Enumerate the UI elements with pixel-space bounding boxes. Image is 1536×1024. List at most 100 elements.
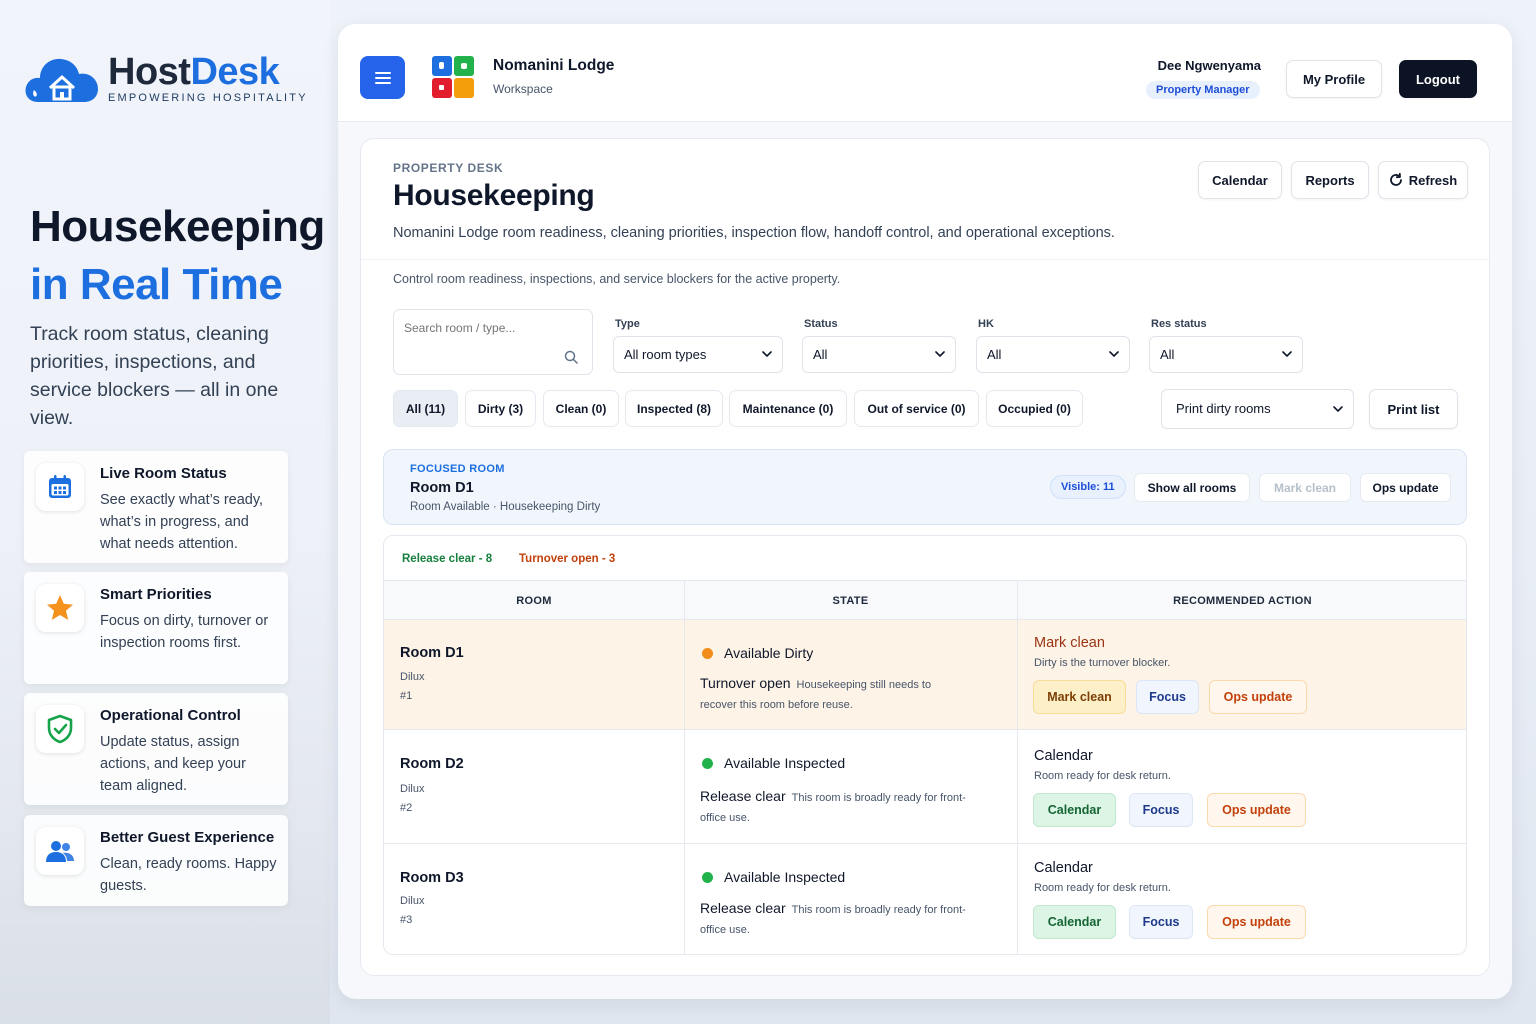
type-select[interactable]: All room types — [613, 336, 783, 373]
show-all-rooms-button[interactable]: Show all rooms — [1134, 473, 1250, 502]
ops-update-row-button[interactable]: Ops update — [1207, 905, 1306, 939]
feature-desc: See exactly what’s ready, what’s in prog… — [100, 492, 264, 552]
marketing-panel: HostDesk EMPOWERING HOSPITALITY Housekee… — [0, 0, 330, 1024]
focused-room-subtitle: Room Available · Housekeeping Dirty — [410, 501, 601, 513]
calendar-button[interactable]: Calendar — [1198, 161, 1282, 199]
status-filter-label: Status — [804, 318, 838, 330]
hk-select[interactable]: All — [976, 336, 1130, 373]
search-box[interactable] — [393, 309, 593, 375]
user-role-badge: Property Manager — [1146, 81, 1260, 99]
table-header: ROOM STATE RECOMMENDED ACTION — [384, 580, 1466, 620]
brand-logo: HostDesk EMPOWERING HOSPITALITY — [24, 50, 308, 106]
search-input[interactable] — [404, 319, 574, 337]
calendar-row-button[interactable]: Calendar — [1033, 905, 1116, 939]
ops-update-row-button[interactable]: Ops update — [1209, 680, 1307, 714]
table-row[interactable]: Room D2 Dilux #2 Available Inspected Rel… — [384, 730, 1466, 844]
column-separator — [1017, 580, 1018, 954]
room-number: #1 — [400, 690, 413, 702]
print-select[interactable]: Print dirty rooms — [1161, 389, 1354, 429]
user-name: Dee Ngwenyama — [1157, 58, 1261, 73]
state-dot — [702, 872, 713, 883]
res-status-select[interactable]: All — [1149, 336, 1303, 373]
feature-desc: Focus on dirty, turnover or inspection r… — [100, 613, 269, 651]
room-name: Room D2 — [400, 756, 464, 772]
room-name: Room D3 — [400, 870, 464, 886]
hk-select-value: All — [987, 347, 1002, 362]
chevron-down-icon — [1282, 351, 1292, 358]
action-subtitle: Dirty is the turnover blocker. — [1034, 657, 1171, 669]
state-note: Turnover open Housekeeping still needs to… — [700, 675, 932, 711]
workspace-logo — [432, 56, 474, 98]
focus-row-button[interactable]: Focus — [1129, 905, 1193, 939]
feature-title: Smart Priorities — [100, 586, 212, 603]
divider — [361, 259, 1489, 260]
search-icon — [564, 350, 578, 364]
room-state: Available Inspected — [724, 869, 846, 885]
page-kicker: PROPERTY DESK — [393, 161, 504, 175]
hero-title: Housekeeping in Real Time — [30, 202, 325, 309]
action-title: Calendar — [1034, 860, 1093, 876]
refresh-button[interactable]: Refresh — [1378, 161, 1468, 199]
calendar-icon — [36, 463, 84, 511]
room-name: Room D1 — [400, 645, 464, 661]
room-number: #3 — [400, 914, 413, 926]
res-status-select-value: All — [1160, 347, 1175, 362]
print-select-value: Print dirty rooms — [1176, 401, 1271, 416]
focused-room-panel: FOCUSED ROOM Room D1 Room Available · Ho… — [383, 449, 1467, 525]
header-room: ROOM — [516, 595, 552, 607]
users-icon — [36, 827, 84, 875]
feature-title: Better Guest Experience — [100, 829, 275, 846]
chip-maintenance[interactable]: Maintenance (0) — [729, 390, 847, 427]
hamburger-icon — [374, 71, 391, 84]
logout-button[interactable]: Logout — [1399, 60, 1477, 98]
action-title: Calendar — [1034, 748, 1093, 764]
menu-button[interactable] — [360, 56, 405, 99]
type-filter-label: Type — [615, 318, 640, 330]
chip-clean[interactable]: Clean (0) — [543, 390, 619, 427]
state-dot — [702, 758, 713, 769]
rooms-table: Release clear - 8 Turnover open - 3 ROOM… — [383, 535, 1467, 955]
feature-card-guest-experience: Better Guest Experience Clean, ready roo… — [24, 815, 288, 906]
refresh-icon — [1389, 173, 1402, 186]
ops-update-button[interactable]: Ops update — [1360, 473, 1451, 502]
feature-desc: Clean, ready rooms. Happy guests. — [100, 856, 277, 894]
page-title: Housekeeping — [393, 179, 595, 212]
chip-inspected[interactable]: Inspected (8) — [625, 390, 723, 427]
chip-occupied[interactable]: Occupied (0) — [986, 390, 1083, 427]
state-dot — [702, 648, 713, 659]
table-row[interactable]: Room D1 Dilux #1 Available Dirty Turnove… — [384, 620, 1466, 730]
table-row[interactable]: Room D3 Dilux #3 Available Inspected Rel… — [384, 844, 1466, 954]
room-type: Dilux — [400, 895, 425, 907]
focus-row-button[interactable]: Focus — [1136, 680, 1199, 714]
action-subtitle: Room ready for desk return. — [1034, 770, 1171, 782]
workspace-name: Nomanini Lodge — [493, 57, 615, 74]
app-window: Nomanini Lodge Workspace Dee Ngwenyama P… — [338, 24, 1512, 999]
star-icon — [36, 584, 84, 632]
reports-button[interactable]: Reports — [1291, 161, 1369, 199]
status-select[interactable]: All — [802, 336, 956, 373]
header-state: STATE — [832, 595, 869, 607]
control-note: Control room readiness, inspections, and… — [393, 272, 841, 286]
calendar-row-button[interactable]: Calendar — [1033, 793, 1116, 827]
my-profile-button[interactable]: My Profile — [1286, 60, 1382, 98]
type-select-value: All room types — [624, 347, 707, 362]
action-title: Mark clean — [1034, 635, 1105, 651]
workspace-label: Workspace — [493, 82, 553, 96]
print-list-button[interactable]: Print list — [1369, 389, 1458, 429]
action-subtitle: Room ready for desk return. — [1034, 882, 1171, 894]
chip-dirty[interactable]: Dirty (3) — [465, 390, 536, 427]
room-state: Available Dirty — [724, 645, 814, 661]
top-bar: Nomanini Lodge Workspace Dee Ngwenyama P… — [338, 24, 1512, 122]
focus-row-button[interactable]: Focus — [1129, 793, 1193, 827]
chip-out-of-service[interactable]: Out of service (0) — [854, 390, 979, 427]
ops-update-row-button[interactable]: Ops update — [1207, 793, 1306, 827]
chip-all[interactable]: All (11) — [393, 390, 458, 427]
mark-clean-button[interactable]: Mark clean — [1259, 473, 1351, 502]
mark-clean-row-button[interactable]: Mark clean — [1033, 680, 1126, 714]
chevron-down-icon — [1109, 351, 1119, 358]
chevron-down-icon — [762, 351, 772, 358]
refresh-label: Refresh — [1408, 172, 1458, 188]
visible-count-badge: Visible: 11 — [1050, 475, 1126, 499]
room-state: Available Inspected — [724, 755, 846, 771]
shield-check-icon — [36, 705, 84, 753]
